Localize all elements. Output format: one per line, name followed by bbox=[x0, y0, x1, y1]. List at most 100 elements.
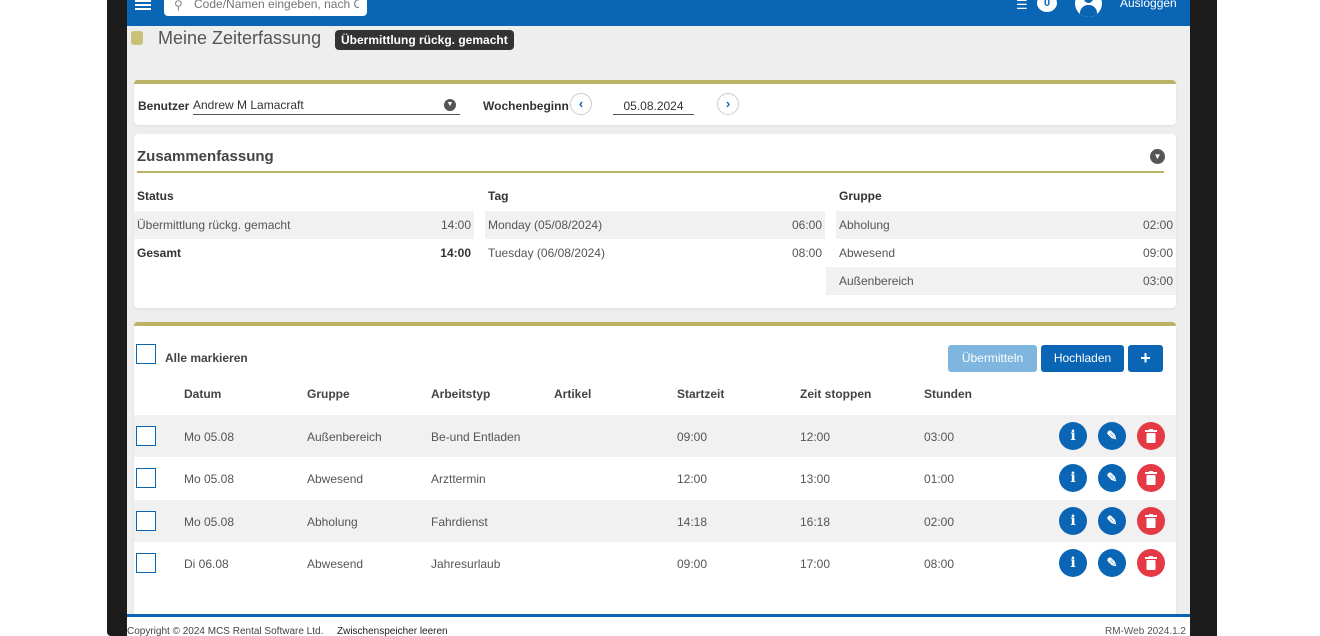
summary-status-row: Übermittlung rückg. gemacht 14:00 bbox=[134, 211, 474, 239]
cell-start: 12:00 bbox=[677, 472, 708, 486]
column-header-hours[interactable]: Stunden bbox=[924, 387, 972, 401]
summary-card: Zusammenfassung ▼ Status Tag Gruppe Über… bbox=[134, 134, 1176, 308]
cell-group: Abwesend bbox=[307, 472, 364, 486]
week-start-label: Wochenbeginn bbox=[483, 99, 569, 113]
cell-stop: 17:00 bbox=[800, 557, 831, 571]
week-start-date-field[interactable]: 05.08.2024 bbox=[613, 95, 694, 115]
cell-hours: 08:00 bbox=[924, 557, 955, 571]
select-all-checkbox[interactable] bbox=[136, 344, 156, 364]
row-checkbox[interactable] bbox=[136, 553, 156, 573]
trash-icon[interactable] bbox=[1137, 507, 1165, 535]
summary-day-label: Tuesday (06/08/2024) bbox=[488, 246, 605, 260]
cell-group: Abholung bbox=[307, 515, 358, 529]
cell-start: 09:00 bbox=[677, 557, 708, 571]
cell-worktype: Be-und Entladen bbox=[431, 430, 521, 444]
summary-group-value: 03:00 bbox=[1142, 274, 1173, 288]
summary-group-row: Abholung 02:00 bbox=[836, 211, 1176, 239]
cell-group: Außenbereich bbox=[307, 430, 382, 444]
clear-cache-link[interactable]: Zwischenspeicher leeren bbox=[337, 626, 448, 636]
add-entry-button[interactable]: + bbox=[1128, 345, 1163, 372]
cell-start: 14:18 bbox=[677, 515, 708, 529]
summary-day-value: 08:00 bbox=[791, 246, 822, 260]
time-tracking-icon bbox=[131, 31, 143, 45]
group-column-header: Gruppe bbox=[839, 189, 882, 203]
summary-day-value: 06:00 bbox=[791, 218, 822, 232]
select-all-label: Alle markieren bbox=[165, 351, 248, 365]
time-entries-card: Alle markieren Übermitteln Hochladen + D… bbox=[134, 322, 1176, 626]
summary-divider bbox=[137, 171, 1164, 173]
app-screen: ⚲ ☰ 0 Ausloggen Meine Zeiterfassung Über… bbox=[127, 0, 1190, 636]
summary-day-row: Monday (05/08/2024) 06:00 bbox=[485, 211, 825, 239]
summary-day-row: Tuesday (06/08/2024) 08:00 bbox=[485, 239, 825, 267]
status-badge: Übermittlung rückg. gemacht bbox=[335, 30, 514, 50]
table-row: Mo 05.08 Außenbereich Be-und Entladen 09… bbox=[134, 415, 1176, 457]
cell-stop: 13:00 bbox=[800, 472, 831, 486]
trash-icon[interactable] bbox=[1137, 422, 1165, 450]
summary-total-value: 14:00 bbox=[440, 246, 471, 260]
logout-link[interactable]: Ausloggen bbox=[1120, 0, 1177, 10]
edit-icon[interactable]: ✎ bbox=[1098, 464, 1126, 492]
cell-stop: 12:00 bbox=[800, 430, 831, 444]
cell-group: Abwesend bbox=[307, 557, 364, 571]
table-row: Mo 05.08 Abwesend Arzttermin 12:00 13:00… bbox=[134, 457, 1176, 499]
user-avatar-icon[interactable] bbox=[1075, 0, 1102, 17]
summary-group-value: 02:00 bbox=[1142, 218, 1173, 232]
submit-button[interactable]: Übermitteln bbox=[948, 345, 1037, 372]
day-column-header: Tag bbox=[488, 189, 509, 203]
search-input[interactable] bbox=[194, 0, 359, 11]
table-row: Mo 05.08 Abholung Fahrdienst 14:18 16:18… bbox=[134, 500, 1176, 542]
task-list-icon[interactable]: ☰ bbox=[1016, 0, 1028, 13]
edit-icon[interactable]: ✎ bbox=[1098, 507, 1126, 535]
column-header-date[interactable]: Datum bbox=[184, 387, 221, 401]
user-select-value: Andrew M Lamacraft bbox=[193, 98, 304, 112]
info-icon[interactable]: i bbox=[1059, 464, 1087, 492]
summary-group-row: Abwesend 09:00 bbox=[836, 239, 1176, 267]
cell-worktype: Arzttermin bbox=[431, 472, 486, 486]
cell-worktype: Jahresurlaub bbox=[431, 557, 501, 571]
summary-status-label: Übermittlung rückg. gemacht bbox=[137, 218, 291, 232]
row-checkbox[interactable] bbox=[136, 511, 156, 531]
summary-group-label: Außenbereich bbox=[839, 274, 914, 288]
cell-hours: 02:00 bbox=[924, 515, 955, 529]
copyright-text: Copyright © 2024 MCS Rental Software Ltd… bbox=[127, 626, 324, 636]
summary-group-label: Abwesend bbox=[839, 246, 896, 260]
row-checkbox[interactable] bbox=[136, 426, 156, 446]
summary-title: Zusammenfassung bbox=[137, 148, 274, 165]
trash-icon[interactable] bbox=[1137, 464, 1165, 492]
status-column-header: Status bbox=[137, 189, 174, 203]
cell-date: Mo 05.08 bbox=[184, 430, 235, 444]
column-header-article[interactable]: Artikel bbox=[554, 387, 591, 401]
info-icon[interactable]: i bbox=[1059, 549, 1087, 577]
collapse-toggle-icon[interactable]: ▼ bbox=[1150, 149, 1165, 164]
search-box[interactable]: ⚲ bbox=[164, 0, 367, 16]
info-icon[interactable]: i bbox=[1059, 507, 1087, 535]
cell-worktype: Fahrdienst bbox=[431, 515, 488, 529]
edit-icon[interactable]: ✎ bbox=[1098, 422, 1126, 450]
previous-week-button[interactable]: ‹ bbox=[570, 93, 592, 115]
page-title: Meine Zeiterfassung bbox=[158, 28, 322, 48]
filter-card: Benutzer Andrew M Lamacraft ▼ Wochenbegi… bbox=[134, 80, 1176, 125]
search-icon: ⚲ bbox=[174, 0, 183, 12]
device-frame-right bbox=[1187, 0, 1217, 636]
cell-date: Mo 05.08 bbox=[184, 472, 235, 486]
column-header-worktype[interactable]: Arbeitstyp bbox=[431, 387, 490, 401]
info-icon[interactable]: i bbox=[1059, 422, 1087, 450]
chevron-down-icon[interactable]: ▼ bbox=[444, 99, 456, 111]
summary-total-row: Gesamt 14:00 bbox=[134, 239, 474, 267]
notification-count-badge[interactable]: 0 bbox=[1037, 0, 1057, 12]
summary-day-label: Monday (05/08/2024) bbox=[488, 218, 603, 232]
column-header-start[interactable]: Startzeit bbox=[677, 387, 724, 401]
row-checkbox[interactable] bbox=[136, 468, 156, 488]
edit-icon[interactable]: ✎ bbox=[1098, 549, 1126, 577]
top-bar: ⚲ ☰ 0 Ausloggen bbox=[127, 0, 1190, 26]
column-header-group[interactable]: Gruppe bbox=[307, 387, 350, 401]
upload-button[interactable]: Hochladen bbox=[1041, 345, 1124, 372]
hamburger-menu-icon[interactable] bbox=[135, 0, 151, 12]
user-select[interactable]: Andrew M Lamacraft ▼ bbox=[193, 95, 460, 115]
week-start-date-value: 05.08.2024 bbox=[623, 99, 684, 113]
trash-icon[interactable] bbox=[1137, 549, 1165, 577]
column-header-stop[interactable]: Zeit stoppen bbox=[800, 387, 871, 401]
cell-stop: 16:18 bbox=[800, 515, 831, 529]
next-week-button[interactable]: › bbox=[717, 93, 739, 115]
table-row: Di 06.08 Abwesend Jahresurlaub 09:00 17:… bbox=[134, 542, 1176, 584]
